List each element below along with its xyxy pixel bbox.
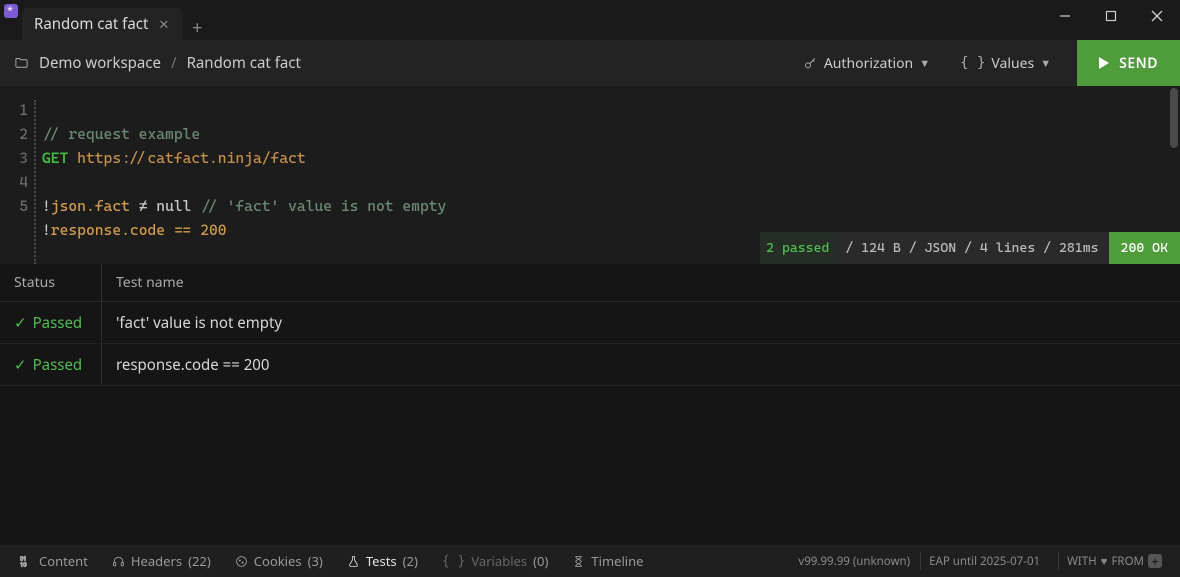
hourglass-icon [572, 555, 585, 568]
with-love-label: WITH ♥ FROM + [1058, 552, 1170, 570]
response-meta: / 124 B / JSON / 4 lines / 281ms [835, 232, 1108, 264]
key-icon [803, 56, 818, 71]
tab-title: Random cat fact [34, 14, 148, 34]
chevron-down-icon: ▼ [1040, 56, 1051, 71]
tab-tests[interactable]: Tests (2) [337, 548, 428, 574]
tab-strip: Random cat fact ✕ + [18, 0, 1042, 40]
breadcrumb-item[interactable]: Random cat fact [187, 53, 301, 73]
tab-variables[interactable]: { } Variables (0) [432, 548, 559, 574]
tab-cookies[interactable]: Cookies (3) [225, 548, 333, 574]
breadcrumb: Demo workspace / Random cat fact [14, 53, 783, 73]
check-icon: ✓ [14, 355, 27, 375]
breadcrumb-workspace[interactable]: Demo workspace [39, 53, 161, 73]
tests-passed-count: 2 passed [760, 232, 835, 264]
chevron-down-icon: ▼ [919, 56, 930, 71]
heart-icon: ♥ [1101, 554, 1108, 569]
test-results: Status Test name ✓Passed 'fact' value is… [0, 264, 1180, 545]
titlebar: Random cat fact ✕ + [0, 0, 1180, 40]
new-tab-button[interactable]: + [183, 16, 211, 40]
eap-label: EAP until 2025-07-01 [920, 552, 1048, 570]
headphones-icon [112, 555, 125, 568]
request-url: https://catfact.ninja/fact [77, 149, 306, 167]
close-window-button[interactable] [1134, 0, 1180, 32]
tab-headers[interactable]: Headers (22) [102, 548, 221, 574]
authorization-dropdown[interactable]: Authorization ▼ [793, 50, 940, 77]
tab-content[interactable]: 0110 Content [10, 548, 98, 574]
values-dropdown[interactable]: { } Values ▼ [950, 50, 1061, 77]
response-status-line: 2 passed / 124 B / JSON / 4 lines / 281m… [760, 232, 1180, 264]
version-label: v99.99.99 (unknown) [798, 554, 910, 569]
check-icon: ✓ [14, 313, 27, 333]
http-status-badge: 200 OK [1109, 232, 1180, 264]
window-controls [1042, 0, 1180, 40]
send-button[interactable]: SEND [1077, 40, 1180, 86]
code[interactable]: // request example GET https://catfact.n… [36, 86, 456, 278]
tab-timeline[interactable]: Timeline [562, 548, 653, 574]
table-row[interactable]: ✓Passed response.code == 200 [0, 344, 1180, 386]
scrollbar-vertical[interactable] [1170, 88, 1178, 148]
breadcrumb-sep: / [171, 53, 177, 73]
binary-icon: 0110 [20, 555, 33, 568]
toolbar: Demo workspace / Random cat fact Authori… [0, 40, 1180, 86]
minimize-button[interactable] [1042, 0, 1088, 32]
close-icon[interactable]: ✕ [158, 15, 169, 33]
braces-icon: { } [442, 554, 465, 569]
editor[interactable]: 1 2 3 4 5 // request example GET https:/… [0, 86, 1180, 264]
bottom-bar: 0110 Content Headers (22) Cookies (3) Te… [0, 545, 1180, 577]
maximize-button[interactable] [1088, 0, 1134, 32]
table-row[interactable]: ✓Passed 'fact' value is not empty [0, 302, 1180, 344]
folder-icon [14, 56, 29, 71]
flask-icon [347, 555, 360, 568]
app-badge-icon [4, 4, 18, 18]
code-comment: // request example [42, 125, 200, 143]
svg-text:10: 10 [20, 560, 27, 568]
brand-icon: + [1148, 554, 1162, 568]
cookie-icon [235, 555, 248, 568]
gutter: 1 2 3 4 5 [0, 86, 34, 278]
http-method: GET [42, 149, 68, 167]
footer-meta: v99.99.99 (unknown) EAP until 2025-07-01… [798, 552, 1170, 570]
play-icon [1099, 57, 1109, 69]
tab-active[interactable]: Random cat fact ✕ [22, 8, 183, 40]
braces-icon: { } [960, 55, 985, 71]
